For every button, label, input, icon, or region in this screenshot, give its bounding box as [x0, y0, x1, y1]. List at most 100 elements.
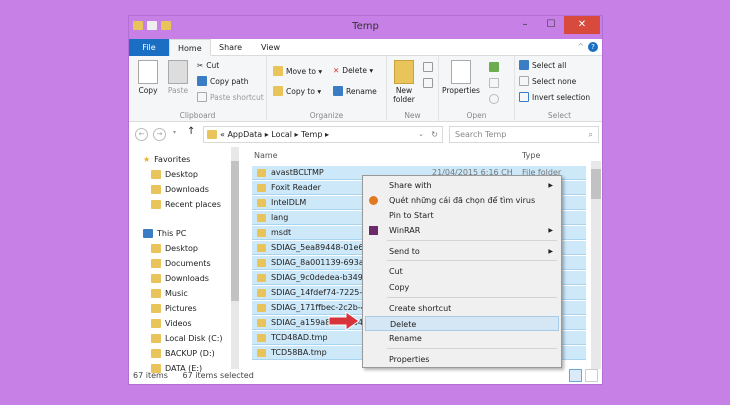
- list-scrollbar[interactable]: [591, 161, 601, 369]
- history-icon[interactable]: [489, 94, 499, 104]
- folder-icon: [257, 303, 266, 312]
- menu-item-rename[interactable]: Rename: [365, 331, 559, 346]
- details-view-button[interactable]: [569, 369, 582, 382]
- paste-button[interactable]: Paste: [165, 60, 191, 95]
- delete-x-icon: ✕: [333, 66, 340, 75]
- recent-dropdown-icon[interactable]: ▾: [173, 129, 176, 136]
- title-bar: Temp – ☐ ✕: [129, 16, 602, 39]
- forward-button[interactable]: →: [153, 128, 166, 141]
- properties-button[interactable]: Properties: [441, 60, 481, 95]
- folder-icon: [257, 333, 266, 342]
- folder-icon: [151, 304, 161, 313]
- menu-item-create-shortcut[interactable]: Create shortcut: [365, 301, 559, 316]
- new-item-icon[interactable]: [423, 62, 433, 72]
- back-button[interactable]: ←: [135, 128, 148, 141]
- nav-item[interactable]: Music: [151, 289, 188, 298]
- file-name: msdt: [271, 227, 292, 237]
- nav-item[interactable]: ★ Favorites: [143, 155, 190, 164]
- menu-item-qu-t-nh-ng-c-i-ch-n-t-m-virus[interactable]: Quét những cái đã chọn để tìm virus: [365, 193, 559, 208]
- nav-item[interactable]: Downloads: [151, 274, 209, 283]
- menu-item-cut[interactable]: Cut: [365, 264, 559, 279]
- close-button[interactable]: ✕: [564, 16, 600, 34]
- ribbon-tabs: File Home Share View ^ ?: [129, 39, 602, 56]
- submenu-arrow-icon: ▶: [548, 227, 553, 234]
- maximize-button[interactable]: ☐: [538, 16, 564, 34]
- menu-separator: [387, 348, 557, 349]
- collapse-ribbon-icon[interactable]: ^: [577, 42, 584, 51]
- cut-button[interactable]: ✂ Cut: [197, 61, 219, 70]
- nav-scrollbar[interactable]: [231, 147, 239, 369]
- copy-to-icon: [273, 86, 283, 96]
- scissors-icon: ✂: [197, 61, 204, 70]
- folder-icon: [151, 200, 161, 209]
- column-header-name[interactable]: Name: [254, 151, 278, 160]
- nav-item[interactable]: Local Disk (C:): [151, 334, 223, 343]
- select-all-button[interactable]: Select all: [519, 60, 566, 70]
- column-header-type[interactable]: Type: [522, 151, 540, 160]
- folder-icon: [151, 259, 161, 268]
- nav-item[interactable]: Desktop: [151, 170, 198, 179]
- copy-path-button[interactable]: Copy path: [197, 76, 248, 86]
- search-input[interactable]: Search Temp ⌕: [449, 126, 599, 143]
- copy-button[interactable]: Copy: [135, 60, 161, 95]
- menu-item-properties[interactable]: Properties: [365, 352, 559, 367]
- invert-selection-button[interactable]: Invert selection: [519, 92, 590, 102]
- item-count: 67 items: [133, 371, 168, 380]
- rename-button[interactable]: Rename: [333, 86, 377, 96]
- nav-item[interactable]: Recent places: [151, 200, 221, 209]
- minimize-button[interactable]: –: [512, 16, 538, 34]
- nav-item[interactable]: Desktop: [151, 244, 198, 253]
- folder-icon: [394, 60, 414, 84]
- menu-item-copy[interactable]: Copy: [365, 280, 559, 295]
- up-button[interactable]: ↑: [187, 126, 195, 137]
- tab-home[interactable]: Home: [169, 39, 211, 56]
- file-name: SDIAG_5ea89448-01e6-42: [271, 242, 377, 252]
- menu-item-send-to[interactable]: Send to ▶: [365, 244, 559, 259]
- winrar-icon: [369, 226, 378, 235]
- folder-icon: [257, 168, 266, 177]
- computer-icon: [143, 229, 153, 238]
- refresh-icon[interactable]: ↻: [431, 127, 438, 142]
- menu-item-winrar[interactable]: WinRAR ▶: [365, 223, 559, 238]
- properties-icon: [451, 60, 471, 84]
- nav-item[interactable]: Documents: [151, 259, 211, 268]
- tab-share[interactable]: Share: [211, 39, 250, 56]
- select-group: Select all Select none Invert selection …: [515, 56, 604, 122]
- nav-item[interactable]: Downloads: [151, 185, 209, 194]
- nav-item[interactable]: This PC: [143, 229, 186, 238]
- address-bar-row: ← → ▾ ↑ « AppData ▸ Local ▸ Temp ▸ ⌄ ↻ Sea…: [129, 123, 602, 145]
- nav-item[interactable]: Pictures: [151, 304, 197, 313]
- organize-group: Move to ▾ Copy to ▾ ✕ Delete ▾ Rename Org…: [267, 56, 387, 122]
- new-folder-button[interactable]: New folder: [389, 60, 419, 104]
- edit-icon[interactable]: [489, 78, 499, 88]
- file-name: lang: [271, 212, 289, 222]
- tab-file[interactable]: File: [129, 39, 169, 56]
- tab-view[interactable]: View: [253, 39, 288, 56]
- menu-item-delete[interactable]: Delete: [365, 316, 559, 331]
- help-icon[interactable]: ?: [588, 42, 598, 52]
- paste-shortcut-icon: [197, 92, 207, 102]
- nav-scrollbar-thumb[interactable]: [231, 161, 239, 301]
- open-icon[interactable]: [489, 62, 499, 72]
- select-none-button[interactable]: Select none: [519, 76, 576, 86]
- nav-item[interactable]: BACKUP (D:): [151, 349, 215, 358]
- clipboard-group: Copy Paste ✂ Cut Copy path Paste shortcut…: [129, 56, 267, 122]
- address-path[interactable]: « AppData ▸ Local ▸ Temp ▸ ⌄ ↻: [203, 126, 443, 143]
- move-to-button[interactable]: Move to ▾: [273, 66, 322, 76]
- folder-icon: [151, 185, 161, 194]
- menu-item-share-with[interactable]: Share with ▶: [365, 178, 559, 193]
- nav-item[interactable]: Videos: [151, 319, 192, 328]
- paste-shortcut-button[interactable]: Paste shortcut: [197, 92, 264, 102]
- delete-button[interactable]: ✕ Delete ▾: [333, 66, 373, 75]
- folder-icon: [257, 318, 266, 327]
- list-scrollbar-thumb[interactable]: [591, 169, 601, 199]
- large-icons-view-button[interactable]: [585, 369, 598, 382]
- easy-access-icon[interactable]: [423, 78, 433, 88]
- open-group: Properties Open: [439, 56, 515, 122]
- menu-item-pin-to-start[interactable]: Pin to Start: [365, 208, 559, 223]
- address-dropdown-icon[interactable]: ⌄: [418, 127, 424, 142]
- status-bar: 67 items 67 items selected: [129, 367, 602, 384]
- selected-count: 67 items selected: [182, 371, 254, 380]
- select-none-icon: [519, 76, 529, 86]
- copy-to-button[interactable]: Copy to ▾: [273, 86, 321, 96]
